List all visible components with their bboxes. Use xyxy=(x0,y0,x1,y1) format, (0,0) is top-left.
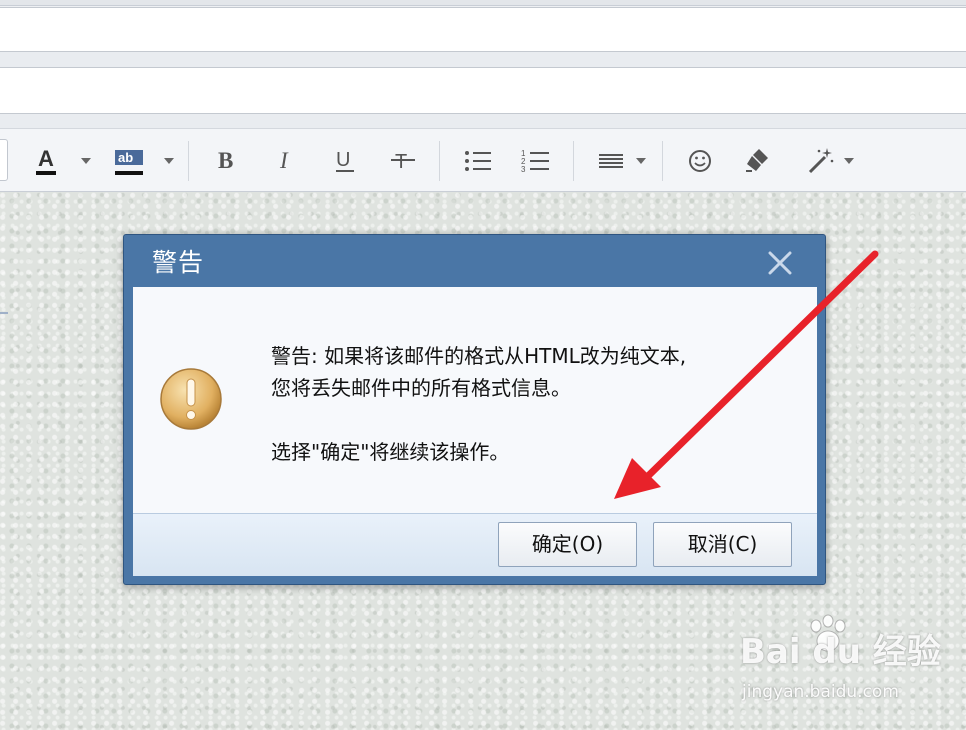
magic-wand-icon[interactable] xyxy=(806,145,836,177)
font-color-icon[interactable]: A xyxy=(34,145,60,177)
svg-text:B: B xyxy=(218,148,233,173)
dialog-footer: 确定(O) 取消(C) xyxy=(133,513,817,576)
recipient-field[interactable] xyxy=(0,67,966,114)
svg-text:A: A xyxy=(38,146,54,171)
dialog-message-line: 警告: 如果将该邮件的格式从HTML改为纯文本, xyxy=(271,344,687,368)
watermark-url: jingyan.baidu.com xyxy=(742,682,899,702)
italic-icon[interactable]: I xyxy=(276,145,300,177)
svg-text:U: U xyxy=(336,149,350,171)
close-icon[interactable] xyxy=(764,247,796,279)
svg-text:3: 3 xyxy=(521,165,526,174)
watermark-brand: Bai du 经验 xyxy=(740,632,941,672)
chevron-down-icon[interactable] xyxy=(79,145,93,177)
dialog-body: 警告: 如果将该邮件的格式从HTML改为纯文本, 您将丢失邮件中的所有格式信息。… xyxy=(133,287,817,513)
bold-icon[interactable]: B xyxy=(216,145,240,177)
top-strip xyxy=(0,0,966,6)
svg-text:I: I xyxy=(279,148,289,173)
warning-dialog: 警告 警告: 如果将该邮件的格式从HTML改为纯文本, 您将丢失邮件中的所有格式… xyxy=(123,234,826,585)
strikethrough-icon[interactable]: T xyxy=(390,145,418,177)
emoji-icon[interactable] xyxy=(687,145,713,177)
dialog-confirm-hint: 选择"确定"将继续该操作。 xyxy=(271,440,510,464)
chevron-down-icon[interactable] xyxy=(634,145,648,177)
dialog-title: 警告 xyxy=(152,248,205,277)
chevron-down-icon[interactable] xyxy=(842,145,856,177)
numbered-list-icon[interactable]: 1 2 3 xyxy=(520,145,552,177)
highlight-color-icon[interactable]: ab xyxy=(113,145,147,177)
text-cursor-line xyxy=(0,312,8,314)
subject-field[interactable] xyxy=(0,7,966,52)
cancel-button[interactable]: 取消(C) xyxy=(653,522,792,567)
underline-icon[interactable]: U xyxy=(333,145,359,177)
toolbar-left-control[interactable] xyxy=(0,139,8,181)
clear-format-icon[interactable] xyxy=(744,145,772,177)
bullet-list-icon[interactable] xyxy=(463,145,493,177)
format-toolbar: A ab B I U T 1 2 3 xyxy=(0,128,966,192)
svg-text:T: T xyxy=(395,151,407,173)
ok-button[interactable]: 确定(O) xyxy=(498,522,637,567)
dialog-message-line: 您将丢失邮件中的所有格式信息。 xyxy=(271,376,571,400)
svg-text:ab: ab xyxy=(118,150,133,165)
warning-icon xyxy=(159,367,223,435)
chevron-down-icon[interactable] xyxy=(162,145,176,177)
align-icon[interactable] xyxy=(597,145,625,177)
